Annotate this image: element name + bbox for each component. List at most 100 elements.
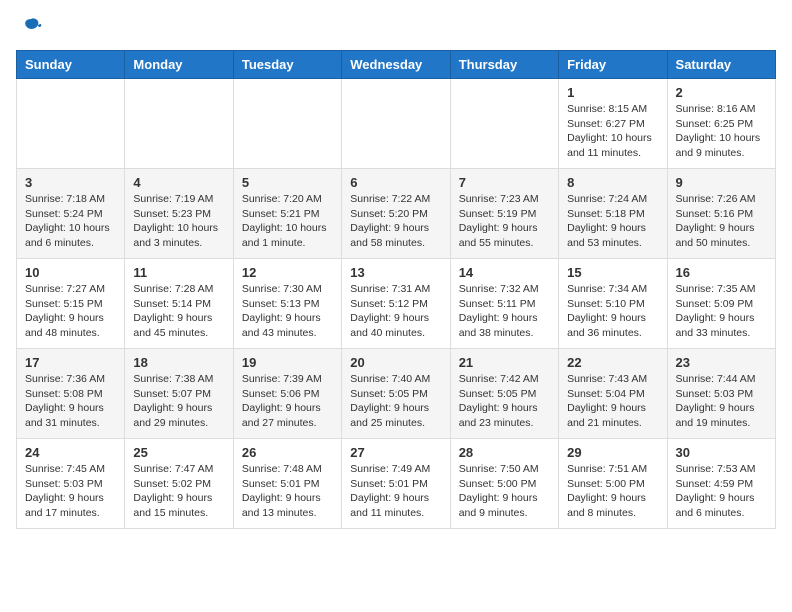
day-number: 4 [133, 175, 224, 190]
calendar-cell: 15 Sunrise: 7:34 AM Sunset: 5:10 PM Dayli… [559, 259, 667, 349]
day-number: 18 [133, 355, 224, 370]
day-number: 29 [567, 445, 658, 460]
calendar-header-row: SundayMondayTuesdayWednesdayThursdayFrid… [17, 51, 776, 79]
calendar-cell [17, 79, 125, 169]
logo [16, 16, 42, 38]
day-info: Sunrise: 7:30 AM Sunset: 5:13 PM Dayligh… [242, 282, 333, 341]
calendar-cell: 7 Sunrise: 7:23 AM Sunset: 5:19 PM Daylig… [450, 169, 558, 259]
calendar-cell: 1 Sunrise: 8:15 AM Sunset: 6:27 PM Daylig… [559, 79, 667, 169]
day-info: Sunrise: 7:26 AM Sunset: 5:16 PM Dayligh… [676, 192, 767, 251]
day-number: 17 [25, 355, 116, 370]
day-number: 20 [350, 355, 441, 370]
day-number: 1 [567, 85, 658, 100]
day-info: Sunrise: 8:15 AM Sunset: 6:27 PM Dayligh… [567, 102, 658, 161]
day-info: Sunrise: 7:22 AM Sunset: 5:20 PM Dayligh… [350, 192, 441, 251]
day-info: Sunrise: 7:42 AM Sunset: 5:05 PM Dayligh… [459, 372, 550, 431]
header [16, 16, 776, 38]
calendar-cell: 29 Sunrise: 7:51 AM Sunset: 5:00 PM Dayli… [559, 439, 667, 529]
calendar-cell: 9 Sunrise: 7:26 AM Sunset: 5:16 PM Daylig… [667, 169, 775, 259]
day-info: Sunrise: 7:19 AM Sunset: 5:23 PM Dayligh… [133, 192, 224, 251]
calendar-cell: 16 Sunrise: 7:35 AM Sunset: 5:09 PM Dayli… [667, 259, 775, 349]
day-number: 28 [459, 445, 550, 460]
calendar-cell: 18 Sunrise: 7:38 AM Sunset: 5:07 PM Dayli… [125, 349, 233, 439]
day-info: Sunrise: 7:20 AM Sunset: 5:21 PM Dayligh… [242, 192, 333, 251]
day-info: Sunrise: 7:27 AM Sunset: 5:15 PM Dayligh… [25, 282, 116, 341]
calendar-week-row: 17 Sunrise: 7:36 AM Sunset: 5:08 PM Dayli… [17, 349, 776, 439]
day-info: Sunrise: 7:35 AM Sunset: 5:09 PM Dayligh… [676, 282, 767, 341]
day-number: 27 [350, 445, 441, 460]
day-number: 12 [242, 265, 333, 280]
day-number: 16 [676, 265, 767, 280]
day-number: 6 [350, 175, 441, 190]
day-info: Sunrise: 7:43 AM Sunset: 5:04 PM Dayligh… [567, 372, 658, 431]
day-info: Sunrise: 7:38 AM Sunset: 5:07 PM Dayligh… [133, 372, 224, 431]
day-number: 9 [676, 175, 767, 190]
day-info: Sunrise: 7:32 AM Sunset: 5:11 PM Dayligh… [459, 282, 550, 341]
day-info: Sunrise: 7:36 AM Sunset: 5:08 PM Dayligh… [25, 372, 116, 431]
calendar-cell: 21Sunrise: 7:42 AM Sunset: 5:05 PM Dayli… [450, 349, 558, 439]
calendar-cell: 2 Sunrise: 8:16 AM Sunset: 6:25 PM Daylig… [667, 79, 775, 169]
day-number: 26 [242, 445, 333, 460]
calendar-cell: 28 Sunrise: 7:50 AM Sunset: 5:00 PM Dayli… [450, 439, 558, 529]
day-info: Sunrise: 7:51 AM Sunset: 5:00 PM Dayligh… [567, 462, 658, 521]
calendar-cell: 22 Sunrise: 7:43 AM Sunset: 5:04 PM Dayli… [559, 349, 667, 439]
weekday-header: Sunday [17, 51, 125, 79]
day-number: 22 [567, 355, 658, 370]
weekday-header: Monday [125, 51, 233, 79]
day-number: 30 [676, 445, 767, 460]
calendar-cell: 17 Sunrise: 7:36 AM Sunset: 5:08 PM Dayli… [17, 349, 125, 439]
calendar-cell [233, 79, 341, 169]
day-number: 10 [25, 265, 116, 280]
day-info: Sunrise: 7:50 AM Sunset: 5:00 PM Dayligh… [459, 462, 550, 521]
day-number: 5 [242, 175, 333, 190]
day-number: 23 [676, 355, 767, 370]
day-info: Sunrise: 7:49 AM Sunset: 5:01 PM Dayligh… [350, 462, 441, 521]
day-info: Sunrise: 7:39 AM Sunset: 5:06 PM Dayligh… [242, 372, 333, 431]
day-number: 15 [567, 265, 658, 280]
calendar-table: SundayMondayTuesdayWednesdayThursdayFrid… [16, 50, 776, 529]
day-info: Sunrise: 8:16 AM Sunset: 6:25 PM Dayligh… [676, 102, 767, 161]
day-info: Sunrise: 7:47 AM Sunset: 5:02 PM Dayligh… [133, 462, 224, 521]
calendar-cell: 23 Sunrise: 7:44 AM Sunset: 5:03 PM Dayli… [667, 349, 775, 439]
calendar-cell [450, 79, 558, 169]
weekday-header: Friday [559, 51, 667, 79]
calendar-cell: 4 Sunrise: 7:19 AM Sunset: 5:23 PM Daylig… [125, 169, 233, 259]
day-number: 3 [25, 175, 116, 190]
calendar-cell [342, 79, 450, 169]
calendar-cell: 8Sunrise: 7:24 AM Sunset: 5:18 PM Daylig… [559, 169, 667, 259]
calendar-week-row: 10 Sunrise: 7:27 AM Sunset: 5:15 PM Dayli… [17, 259, 776, 349]
day-number: 14 [459, 265, 550, 280]
day-number: 25 [133, 445, 224, 460]
day-number: 2 [676, 85, 767, 100]
calendar-cell: 26 Sunrise: 7:48 AM Sunset: 5:01 PM Dayli… [233, 439, 341, 529]
calendar-cell: 12 Sunrise: 7:30 AM Sunset: 5:13 PM Dayli… [233, 259, 341, 349]
calendar-cell: 14 Sunrise: 7:32 AM Sunset: 5:11 PM Dayli… [450, 259, 558, 349]
calendar-cell [125, 79, 233, 169]
bird-icon [20, 16, 42, 38]
day-number: 8 [567, 175, 658, 190]
calendar-cell: 19Sunrise: 7:39 AM Sunset: 5:06 PM Dayli… [233, 349, 341, 439]
calendar-cell: 3 Sunrise: 7:18 AM Sunset: 5:24 PM Daylig… [17, 169, 125, 259]
calendar-cell: 20 Sunrise: 7:40 AM Sunset: 5:05 PM Dayli… [342, 349, 450, 439]
day-info: Sunrise: 7:18 AM Sunset: 5:24 PM Dayligh… [25, 192, 116, 251]
calendar-cell: 27 Sunrise: 7:49 AM Sunset: 5:01 PM Dayli… [342, 439, 450, 529]
day-info: Sunrise: 7:34 AM Sunset: 5:10 PM Dayligh… [567, 282, 658, 341]
day-info: Sunrise: 7:44 AM Sunset: 5:03 PM Dayligh… [676, 372, 767, 431]
day-info: Sunrise: 7:23 AM Sunset: 5:19 PM Dayligh… [459, 192, 550, 251]
calendar-cell: 10 Sunrise: 7:27 AM Sunset: 5:15 PM Dayli… [17, 259, 125, 349]
weekday-header: Tuesday [233, 51, 341, 79]
weekday-header: Thursday [450, 51, 558, 79]
day-info: Sunrise: 7:40 AM Sunset: 5:05 PM Dayligh… [350, 372, 441, 431]
day-number: 13 [350, 265, 441, 280]
day-number: 7 [459, 175, 550, 190]
calendar-cell: 6 Sunrise: 7:22 AM Sunset: 5:20 PM Daylig… [342, 169, 450, 259]
weekday-header: Wednesday [342, 51, 450, 79]
calendar-cell: 5 Sunrise: 7:20 AM Sunset: 5:21 PM Daylig… [233, 169, 341, 259]
calendar-cell: 13 Sunrise: 7:31 AM Sunset: 5:12 PM Dayli… [342, 259, 450, 349]
day-info: Sunrise: 7:48 AM Sunset: 5:01 PM Dayligh… [242, 462, 333, 521]
calendar-week-row: 24Sunrise: 7:45 AM Sunset: 5:03 PM Dayli… [17, 439, 776, 529]
calendar-week-row: 3 Sunrise: 7:18 AM Sunset: 5:24 PM Daylig… [17, 169, 776, 259]
day-info: Sunrise: 7:45 AM Sunset: 5:03 PM Dayligh… [25, 462, 116, 521]
day-info: Sunrise: 7:53 AM Sunset: 4:59 PM Dayligh… [676, 462, 767, 521]
day-info: Sunrise: 7:31 AM Sunset: 5:12 PM Dayligh… [350, 282, 441, 341]
